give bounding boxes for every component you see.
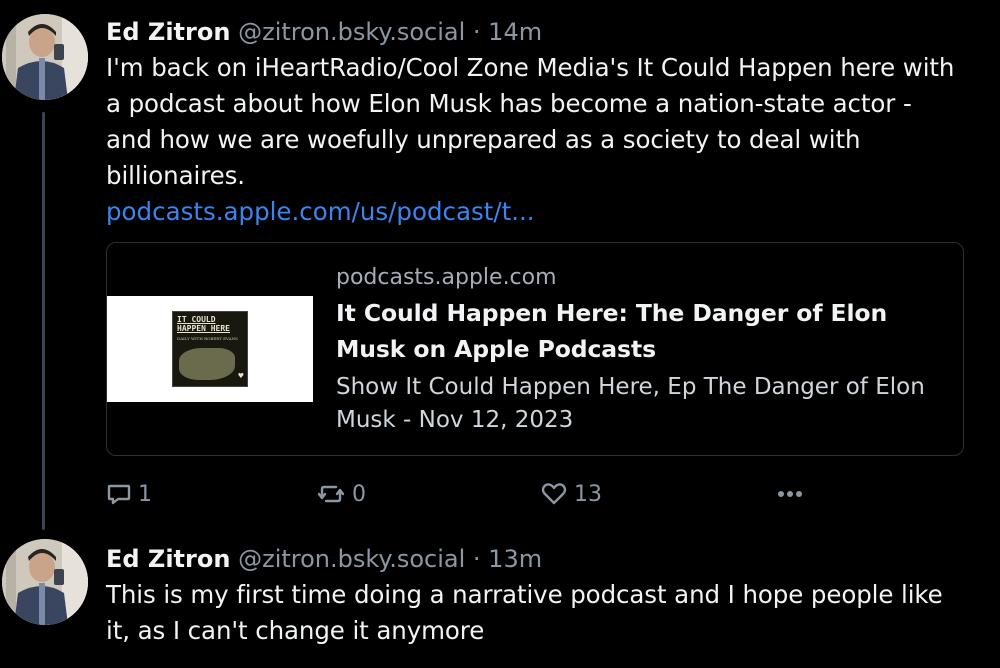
more-options-button[interactable]	[776, 477, 804, 511]
author-display-name[interactable]: Ed Zitron	[106, 18, 230, 46]
author-handle[interactable]: @zitron.bsky.social	[238, 545, 465, 573]
post-content: Ed Zitron @zitron.bsky.social · 14m I'm …	[106, 14, 964, 507]
author-handle[interactable]: @zitron.bsky.social	[238, 18, 465, 46]
link-card-description: Show It Could Happen Here, Ep The Danger…	[336, 374, 925, 433]
post-actions: 1 0 13	[106, 477, 806, 511]
repost-count: 0	[352, 481, 366, 507]
repost-arrows-icon	[317, 485, 345, 503]
post-timestamp[interactable]: 13m	[488, 545, 542, 573]
link-card-title: It Could Happen Here: The Danger of Elon…	[336, 299, 888, 363]
avatar[interactable]	[2, 14, 88, 100]
post-header: Ed Zitron @zitron.bsky.social · 13m	[106, 541, 964, 577]
post-link[interactable]: podcasts.apple.com/us/podcast/t...	[106, 194, 964, 230]
thread-line	[42, 112, 45, 530]
link-card-domain: podcasts.apple.com	[336, 265, 557, 290]
podcast-cover-art: IT COULD HAPPEN HERE DAILY WITH ROBERT E…	[172, 311, 248, 387]
ellipsis-icon	[778, 491, 802, 497]
author-display-name[interactable]: Ed Zitron	[106, 545, 230, 573]
reply-count: 1	[138, 481, 152, 507]
header-separator: ·	[472, 18, 481, 46]
post-header: Ed Zitron @zitron.bsky.social · 14m	[106, 14, 964, 50]
iheart-logo-icon: ♥	[237, 372, 244, 380]
post-2[interactable]: Ed Zitron @zitron.bsky.social · 13m This…	[0, 535, 1000, 668]
speech-bubble-icon	[107, 484, 131, 505]
like-count: 13	[574, 481, 602, 507]
like-button[interactable]: 13	[540, 477, 602, 511]
repost-button[interactable]: 0	[316, 477, 366, 511]
avatar-image	[2, 14, 88, 100]
avatar[interactable]	[2, 539, 88, 625]
link-card-thumbnail: IT COULD HAPPEN HERE DAILY WITH ROBERT E…	[107, 296, 313, 402]
reply-button[interactable]: 1	[106, 477, 152, 511]
header-separator: ·	[472, 545, 481, 573]
heart-icon	[541, 483, 567, 505]
post-text: I'm back on iHeartRadio/Cool Zone Media'…	[106, 53, 955, 190]
cover-subtitle: DAILY WITH ROBERT EVANS	[177, 336, 238, 341]
post-1[interactable]: Ed Zitron @zitron.bsky.social · 14m I'm …	[0, 0, 1000, 535]
link-card[interactable]: IT COULD HAPPEN HERE DAILY WITH ROBERT E…	[106, 242, 964, 456]
link-card-text: podcasts.apple.com It Could Happen Here:…	[336, 261, 943, 437]
post-text: This is my first time doing a narrative …	[106, 580, 943, 645]
post-content: Ed Zitron @zitron.bsky.social · 13m This…	[106, 541, 964, 649]
post-timestamp[interactable]: 14m	[488, 18, 542, 46]
avatar-image	[2, 539, 88, 625]
us-map-graphic	[179, 348, 235, 380]
cover-title: IT COULD HAPPEN HERE	[177, 315, 230, 333]
